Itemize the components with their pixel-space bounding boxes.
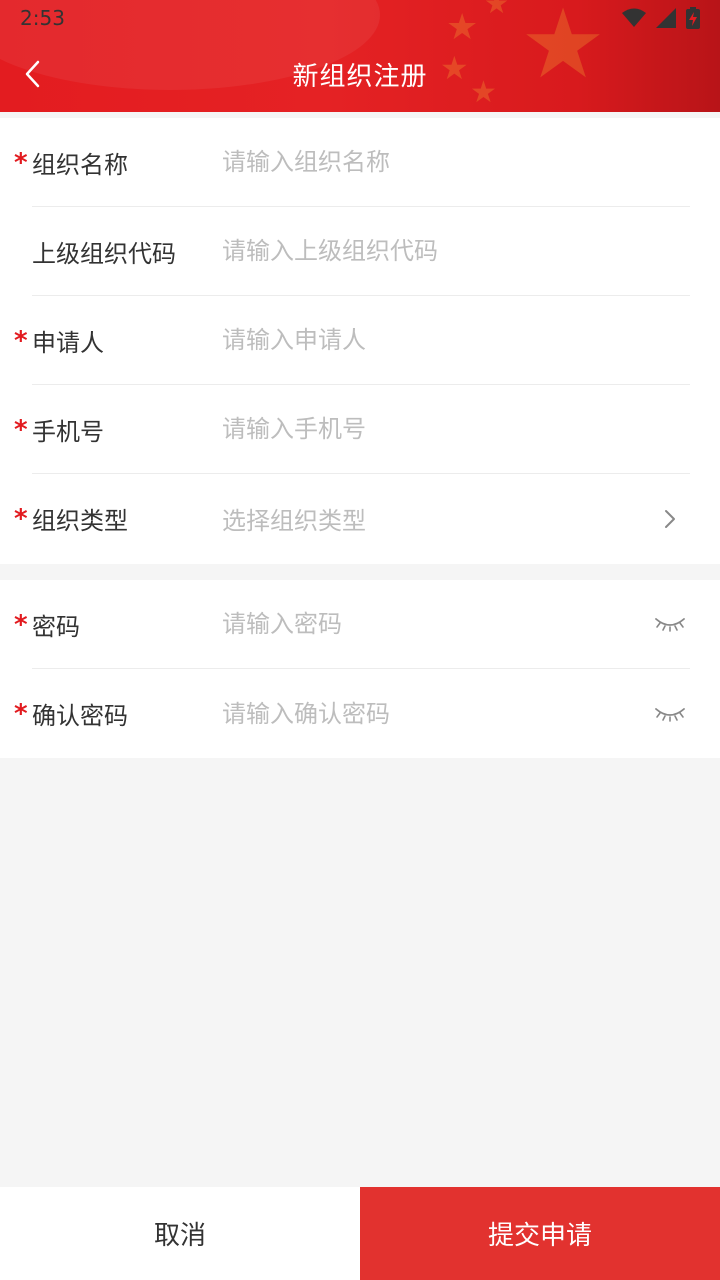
- header: ★ ★ ★ ★ ★ 2:53 新组织注册: [0, 0, 720, 112]
- required-mark: *: [14, 326, 28, 356]
- required-mark: *: [14, 699, 28, 729]
- confirm-password-input[interactable]: [222, 683, 650, 744]
- form-section-password: * 密码 * 确认密码: [0, 580, 720, 758]
- password-label: 密码: [32, 612, 80, 641]
- org-name-label: 组织名称: [32, 150, 128, 179]
- form-section-basic: * 组织名称 上级组织代码 * 申请人 * 手机号 * 组织类型 选择组织类型: [0, 118, 720, 564]
- chevron-right-icon[interactable]: [650, 499, 690, 539]
- applicant-row: * 申请人: [14, 296, 690, 385]
- applicant-input[interactable]: [222, 310, 690, 370]
- org-type-label: 组织类型: [32, 507, 128, 535]
- confirm-password-row: * 确认密码: [14, 669, 690, 758]
- parent-code-row: 上级组织代码: [32, 207, 690, 296]
- phone-input[interactable]: [222, 399, 690, 459]
- wifi-icon: [622, 8, 646, 27]
- eye-closed-icon[interactable]: [650, 694, 690, 734]
- parent-code-input[interactable]: [222, 221, 690, 281]
- applicant-label: 申请人: [32, 328, 104, 357]
- password-row: * 密码: [14, 580, 690, 669]
- status-icons: [622, 7, 700, 29]
- page-title: 新组织注册: [292, 61, 428, 92]
- org-name-input[interactable]: [222, 132, 690, 192]
- required-mark: *: [14, 610, 28, 640]
- app-root: ★ ★ ★ ★ ★ 2:53 新组织注册 * 组织名称 请输入组织名称 上级组织…: [0, 0, 720, 1280]
- chevron-left-icon: [25, 60, 40, 88]
- org-type-select[interactable]: 选择组织类型: [222, 501, 650, 536]
- eye-closed-icon[interactable]: [650, 604, 690, 644]
- required-mark: *: [14, 504, 28, 534]
- status-time: 2:53: [20, 6, 65, 30]
- battery-charging-icon: [686, 7, 700, 29]
- nav-bar: 新组织注册: [0, 40, 720, 108]
- confirm-password-label: 确认密码: [32, 702, 128, 730]
- password-input[interactable]: [222, 594, 650, 654]
- parent-code-label: 上级组织代码: [32, 239, 176, 268]
- cancel-button[interactable]: 取消: [0, 1187, 360, 1280]
- bottom-action-bar: 取消 提交申请: [0, 1187, 720, 1280]
- back-button[interactable]: [12, 52, 52, 96]
- org-type-row[interactable]: * 组织类型 选择组织类型: [14, 474, 690, 563]
- signal-icon: [656, 8, 676, 28]
- required-mark: *: [14, 148, 28, 178]
- required-mark: *: [14, 415, 28, 445]
- submit-button[interactable]: 提交申请: [360, 1187, 720, 1280]
- status-bar: 2:53: [0, 0, 720, 36]
- phone-label: 手机号: [32, 417, 104, 446]
- org-name-row: * 组织名称: [14, 118, 690, 207]
- phone-row: * 手机号: [14, 385, 690, 474]
